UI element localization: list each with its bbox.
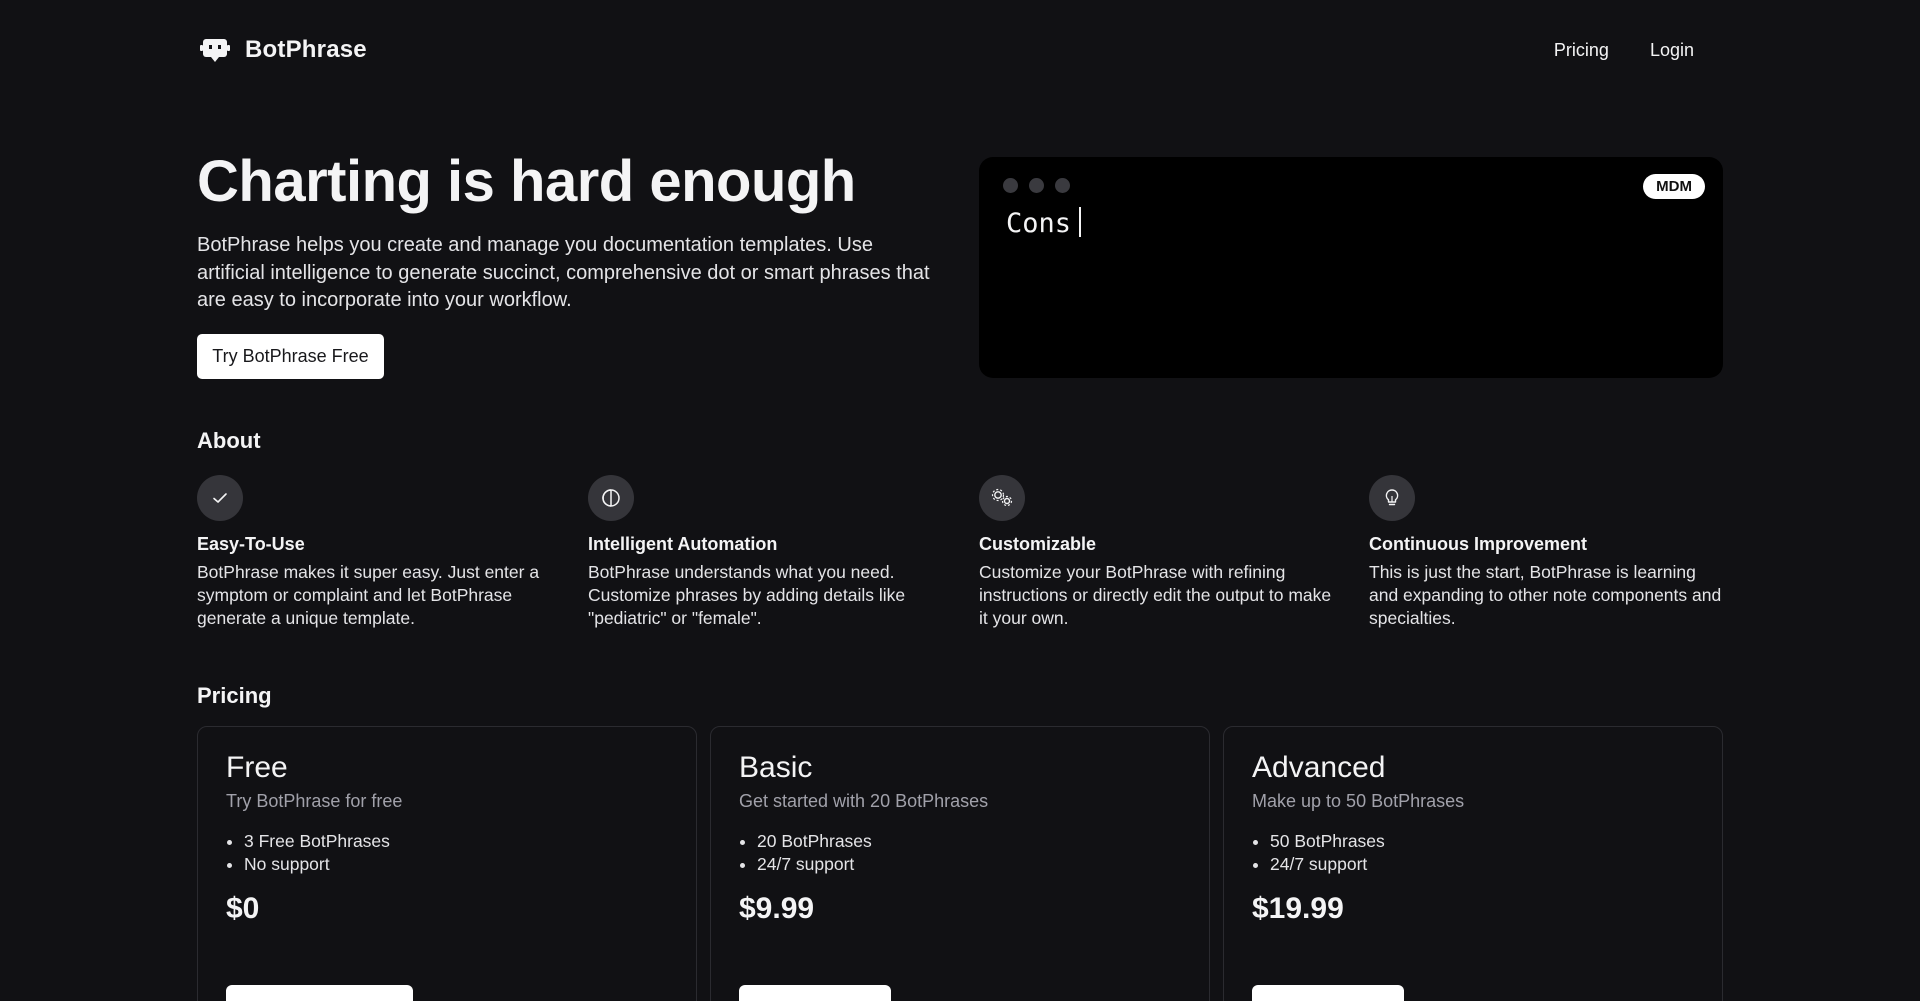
feature-customizable: Customizable Customize your BotPhrase wi… xyxy=(979,475,1339,630)
plan-subtitle: Get started with 20 BotPhrases xyxy=(739,791,989,811)
nav-login-link[interactable]: Login xyxy=(1650,40,1694,61)
plan-feature-item: No support xyxy=(244,853,668,876)
site-header: BotPhrase Pricing Login xyxy=(197,24,1723,76)
plan-feature-item: 20 BotPhrases xyxy=(757,830,1181,853)
nav-pricing-link[interactable]: Pricing xyxy=(1554,40,1609,61)
text-caret xyxy=(1079,207,1082,237)
feature-easy-to-use: Easy-To-Use BotPhrase makes it super eas… xyxy=(197,475,557,630)
plan-card-basic: Basic Get started with 20 BotPhrases 20 … xyxy=(710,726,1210,1001)
feature-title: Customizable xyxy=(979,534,1097,554)
typing-line: Cons xyxy=(1006,207,1082,239)
brand-link[interactable]: BotPhrase xyxy=(197,32,367,68)
plan-card-free: Free Try BotPhrase for free 3 Free BotPh… xyxy=(197,726,697,1001)
lightbulb-icon xyxy=(1369,475,1415,521)
plan-subtitle: Make up to 50 BotPhrases xyxy=(1252,791,1465,811)
hero-title: Charting is hard enough xyxy=(197,149,856,214)
plan-feature-item: 3 Free BotPhrases xyxy=(244,830,668,853)
feature-description: BotPhrase makes it super easy. Just ente… xyxy=(197,562,540,628)
page: BotPhrase Pricing Login Charting is hard… xyxy=(0,0,1920,1001)
half-circle-icon xyxy=(588,475,634,521)
plan-features: 20 BotPhrases 24/7 support xyxy=(739,830,1181,876)
plan-select-button[interactable] xyxy=(739,985,891,1001)
plan-subtitle: Try BotPhrase for free xyxy=(226,791,403,811)
plan-price: $9.99 xyxy=(739,892,815,925)
try-free-button[interactable]: Try BotPhrase Free xyxy=(197,334,384,379)
hero-description: BotPhrase helps you create and manage yo… xyxy=(197,234,930,311)
check-icon xyxy=(197,475,243,521)
mode-badge: MDM xyxy=(1643,174,1705,199)
plan-select-button[interactable] xyxy=(226,985,413,1001)
feature-title: Intelligent Automation xyxy=(588,534,778,554)
top-nav: Pricing Login xyxy=(1554,40,1694,61)
pricing-heading: Pricing xyxy=(197,683,272,708)
feature-intelligent-automation: Intelligent Automation BotPhrase underst… xyxy=(588,475,948,630)
robot-logo-icon xyxy=(197,32,233,68)
typed-text: Cons xyxy=(1006,208,1072,239)
feature-continuous-improvement: Continuous Improvement This is just the … xyxy=(1369,475,1729,630)
feature-description: BotPhrase understands what you need. Cus… xyxy=(588,562,906,628)
plan-feature-item: 50 BotPhrases xyxy=(1270,830,1694,853)
plan-name: Basic xyxy=(739,751,813,784)
feature-title: Continuous Improvement xyxy=(1369,534,1588,554)
plan-name: Free xyxy=(226,751,288,784)
window-dot-icon xyxy=(1003,178,1018,193)
window-dot-icon xyxy=(1055,178,1070,193)
plan-feature-item: 24/7 support xyxy=(1270,853,1694,876)
plan-features: 50 BotPhrases 24/7 support xyxy=(1252,830,1694,876)
plan-feature-item: 24/7 support xyxy=(757,853,1181,876)
demo-terminal: MDM Cons xyxy=(979,157,1723,378)
window-dot-icon xyxy=(1029,178,1044,193)
plan-price: $0 xyxy=(226,892,260,925)
feature-title: Easy-To-Use xyxy=(197,534,305,554)
plan-card-advanced: Advanced Make up to 50 BotPhrases 50 Bot… xyxy=(1223,726,1723,1001)
brand-name: BotPhrase xyxy=(245,36,367,63)
plan-select-button[interactable] xyxy=(1252,985,1404,1001)
plan-features: 3 Free BotPhrases No support xyxy=(226,830,668,876)
window-dots xyxy=(1003,178,1070,193)
feature-description: This is just the start, BotPhrase is lea… xyxy=(1369,562,1722,628)
gears-icon xyxy=(979,475,1025,521)
plan-name: Advanced xyxy=(1252,751,1386,784)
about-heading: About xyxy=(197,428,261,453)
feature-description: Customize your BotPhrase with refining i… xyxy=(979,562,1332,628)
plan-price: $19.99 xyxy=(1252,892,1344,925)
